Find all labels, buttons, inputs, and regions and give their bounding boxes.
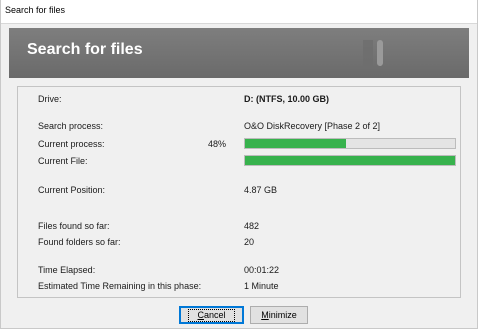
time-remaining-label: Estimated Time Remaining in this phase: (38, 281, 202, 291)
search-status-panel: Drive: D: (NTFS, 10.00 GB) Search proces… (17, 86, 461, 298)
time-remaining-value: 1 Minute (244, 281, 279, 291)
cancel-label-rest: ancel (203, 310, 226, 320)
current-file-progress-bar (244, 155, 456, 166)
drive-label: Drive: (38, 94, 62, 104)
search-process-label: Search process: (38, 121, 104, 131)
current-file-progress-fill (245, 156, 455, 165)
minimize-hotkey: M (261, 310, 269, 320)
cancel-focus-rect: Cancel (188, 309, 235, 322)
minimize-button[interactable]: Minimize (250, 306, 308, 324)
logo-bar-dark (363, 40, 373, 66)
cancel-button[interactable]: Cancel (179, 306, 244, 324)
current-process-progress-bar (244, 138, 456, 149)
files-found-label: Files found so far: (38, 221, 110, 231)
window-title: Search for files (5, 5, 66, 15)
header-banner: Search for files (9, 28, 469, 78)
files-found-value: 482 (244, 221, 260, 231)
drive-value: D: (NTFS, 10.00 GB) (244, 94, 330, 104)
current-position-label: Current Position: (38, 185, 106, 195)
current-process-label: Current process: (38, 139, 105, 149)
search-for-files-window: Search for files Search for files Drive:… (0, 0, 478, 329)
time-elapsed-label: Time Elapsed: (38, 265, 96, 275)
current-process-progress-fill (245, 139, 346, 148)
current-file-label: Current File: (38, 156, 88, 166)
logo-bar-light (377, 40, 383, 66)
search-process-value: O&O DiskRecovery [Phase 2 of 2] (244, 121, 381, 131)
title-bar[interactable]: Search for files (1, 0, 477, 24)
current-process-percent: 48% (207, 139, 226, 149)
folders-found-label: Found folders so far: (38, 237, 121, 247)
time-elapsed-value: 00:01:22 (244, 265, 280, 275)
folders-found-value: 20 (244, 237, 255, 247)
minimize-label-rest: inimize (268, 310, 297, 320)
brand-logo-icon (363, 40, 393, 66)
current-position-value: 4.87 GB (244, 185, 278, 195)
banner-heading: Search for files (27, 41, 143, 58)
